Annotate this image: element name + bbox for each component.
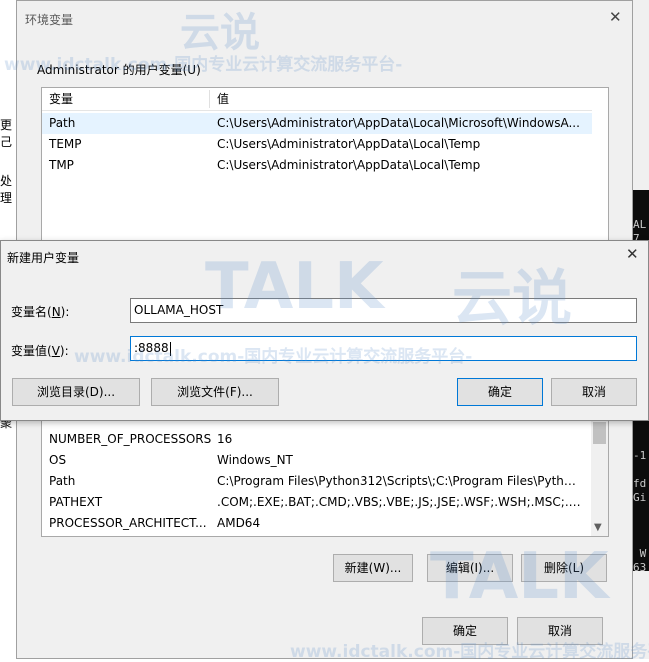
dialog-title: 新建用户变量 (7, 251, 80, 265)
system-variable-row[interactable]: PATHEXT .COM;.EXE;.BAT;.CMD;.VBS;.VBE;.J… (42, 492, 592, 513)
edit-system-variable-button[interactable]: 编辑(I)... (427, 554, 513, 582)
scrollbar-thumb[interactable] (593, 422, 606, 444)
variable-value: C:\Program Files\Python312\Scripts\;C:\P… (217, 474, 582, 488)
variable-value: C:\Users\Administrator\AppData\Local\Tem… (217, 137, 481, 151)
user-variable-row[interactable]: TMP C:\Users\Administrator\AppData\Local… (42, 155, 592, 176)
variable-value: Windows_NT (217, 453, 293, 467)
terminal-fragment: -1 fdGi W636. (633, 421, 649, 571)
browse-directory-button[interactable]: 浏览目录(D)... (12, 378, 140, 406)
cancel-button[interactable]: 取消 (517, 617, 603, 645)
variable-name: Path (49, 474, 76, 488)
new-user-variable-dialog: 新建用户变量 ✕ 变量名(N): OLLAMA_HOST 变量值(V): :88… (0, 240, 649, 421)
variable-name-label: 变量名(N): (11, 305, 70, 319)
column-header-value[interactable]: 值 (217, 88, 582, 110)
variable-value: .COM;.EXE;.BAT;.CMD;.VBS;.VBE;.JS;.JSE;.… (217, 495, 582, 509)
user-variables-label: Administrator 的用户变量(U) (37, 63, 201, 77)
variable-name: NUMBER_OF_PROCESSORS (49, 432, 212, 446)
background-text: 更己 (0, 118, 13, 149)
text-caret (169, 341, 171, 356)
window-title: 环境变量 (25, 13, 74, 27)
close-icon[interactable]: ✕ (609, 8, 622, 26)
ok-button[interactable]: 确定 (422, 617, 508, 645)
variable-value: C:\Users\Administrator\AppData\Local\Tem… (217, 158, 481, 172)
dialog-cancel-button[interactable]: 取消 (551, 378, 637, 406)
dialog-ok-button[interactable]: 确定 (457, 378, 543, 406)
list-header: 变量 值 (42, 88, 592, 111)
variable-value: 16 (217, 432, 233, 446)
new-system-variable-button[interactable]: 新建(W)... (333, 554, 413, 582)
terminal-fragment: AL7.13 (633, 190, 649, 240)
variable-value: C:\Users\Administrator\AppData\Local\Mic… (217, 116, 580, 130)
variable-value-input[interactable]: :8888 (130, 336, 637, 361)
system-variable-row[interactable]: Path C:\Program Files\Python312\Scripts\… (42, 471, 592, 492)
variable-name-input[interactable]: OLLAMA_HOST (130, 298, 637, 323)
variable-name: TEMP (49, 137, 82, 151)
variable-name: TMP (49, 158, 74, 172)
scroll-down-icon[interactable]: ▼ (594, 522, 602, 533)
system-variable-row[interactable]: OS Windows_NT (42, 450, 592, 471)
delete-system-variable-button[interactable]: 删除(L) (521, 554, 607, 582)
system-variable-row[interactable]: PROCESSOR_ARCHITECT... AMD64 (42, 513, 592, 534)
background-text: 处理 (0, 174, 13, 205)
variable-name: Path (49, 116, 76, 130)
variable-name: OS (49, 453, 67, 467)
column-header-name[interactable]: 变量 (49, 88, 73, 110)
user-variable-row[interactable]: Path C:\Users\Administrator\AppData\Loca… (42, 113, 592, 134)
browse-file-button[interactable]: 浏览文件(F)... (151, 378, 279, 406)
system-variable-row[interactable]: NUMBER_OF_PROCESSORS 16 (42, 429, 592, 450)
variable-name: PATHEXT (49, 495, 103, 509)
user-variables-list[interactable]: 变量 值 Path C:\Users\Administrator\AppData… (41, 87, 609, 247)
system-variables-list[interactable]: NUMBER_OF_PROCESSORS 16 OS Windows_NT Pa… (41, 401, 609, 537)
user-variable-row[interactable]: TEMP C:\Users\Administrator\AppData\Loca… (42, 134, 592, 155)
variable-name: PROCESSOR_ARCHITECT... (49, 516, 207, 530)
variable-value-label: 变量值(V): (11, 344, 69, 358)
variable-value: AMD64 (217, 516, 261, 530)
close-icon[interactable]: ✕ (626, 245, 639, 263)
vertical-scrollbar[interactable]: ▼ (591, 402, 608, 536)
